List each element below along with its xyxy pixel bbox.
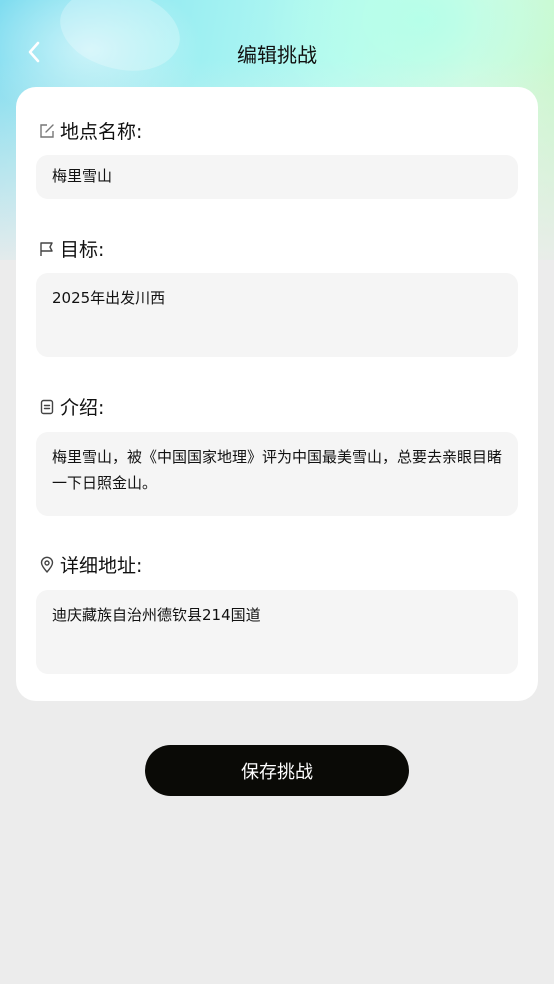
save-challenge-button[interactable]: 保存挑战	[145, 745, 409, 796]
location-input-value: 梅里雪山	[52, 167, 113, 185]
navigation-bar: 编辑挑战	[0, 28, 554, 76]
flag-icon	[38, 240, 56, 258]
document-icon	[38, 398, 56, 416]
goal-input[interactable]: 2025年出发川西	[36, 273, 518, 357]
goal-input-value: 2025年出发川西	[52, 289, 166, 307]
intro-textarea-value: 梅里雪山，被《中国国家地理》评为中国最美雪山，总要去亲眼目睹一下日照金山。	[52, 448, 503, 492]
address-input-value: 迪庆藏族自治州德钦县214国道	[52, 606, 261, 624]
address-label-text: 详细地址:	[60, 555, 143, 577]
goal-label: 目标:	[38, 235, 104, 262]
location-input[interactable]: 梅里雪山	[36, 155, 518, 199]
page-title: 编辑挑战	[237, 43, 317, 67]
location-label-text: 地点名称:	[60, 121, 143, 143]
save-challenge-button-label: 保存挑战	[241, 761, 313, 783]
intro-label-text: 介绍:	[60, 397, 105, 419]
intro-textarea[interactable]: 梅里雪山，被《中国国家地理》评为中国最美雪山，总要去亲眼目睹一下日照金山。	[36, 432, 518, 516]
address-label: 详细地址:	[38, 551, 142, 578]
form-card: 地点名称: 梅里雪山 目标: 2025年出发川西 介绍: 梅里雪山，被《中国国家…	[16, 87, 538, 701]
address-input[interactable]: 迪庆藏族自治州德钦县214国道	[36, 590, 518, 674]
goal-label-text: 目标:	[60, 239, 105, 261]
edit-icon	[38, 122, 56, 140]
intro-label: 介绍:	[38, 393, 104, 420]
map-pin-icon	[38, 556, 56, 574]
location-label: 地点名称:	[38, 117, 142, 144]
